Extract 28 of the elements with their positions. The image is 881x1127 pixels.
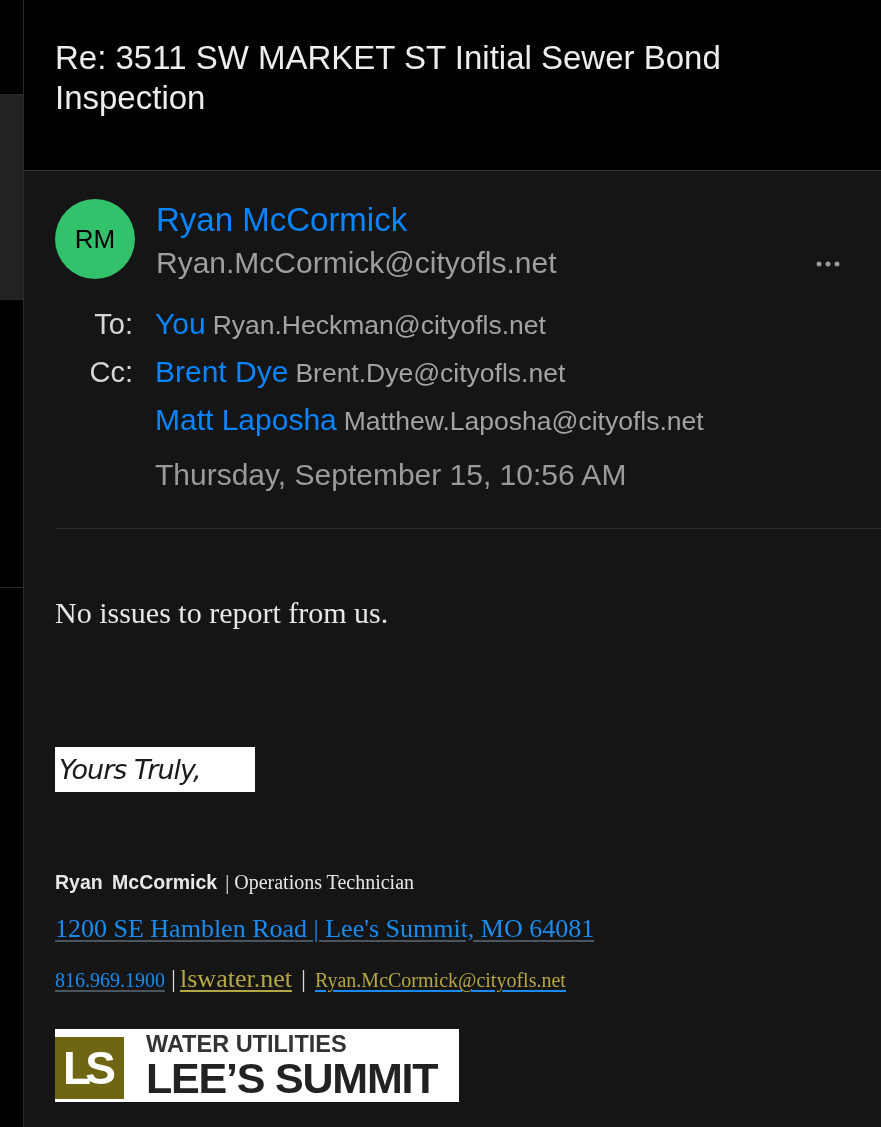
message-text: No issues to report from us. — [55, 598, 389, 628]
separator: | — [300, 964, 306, 994]
sent-date: Thursday, September 15, 10:56 AM — [155, 458, 627, 492]
recipient-name[interactable]: Brent Dye — [155, 354, 289, 390]
recipient-name[interactable]: Matt Laposha — [155, 402, 337, 438]
message-row[interactable] — [0, 95, 23, 300]
recipient-email: Ryan.Heckman@cityofls.net — [212, 309, 546, 341]
field-label: Cc: — [89, 355, 133, 389]
field-label: To: — [94, 307, 133, 341]
logo-text: WATER UTILITIES — [146, 1031, 348, 1057]
website-link[interactable]: lswater.net — [180, 964, 292, 994]
email-link[interactable]: Ryan.McCormick@cityofls.net — [314, 965, 566, 995]
recipient-email: Matthew.Laposha@cityofls.net — [343, 405, 704, 437]
handwritten-closing: Yours Truly, — [55, 747, 255, 792]
separator: | — [171, 964, 176, 994]
avatar: RM — [55, 199, 135, 279]
recipient-email: Brent.Dye@cityofls.net — [295, 357, 566, 389]
phone-link[interactable]: 816.969.1900 — [55, 965, 165, 995]
more-icon[interactable] — [816, 261, 840, 267]
logo-mark: LS — [55, 1037, 124, 1099]
signature-name: Ryan McCormick — [55, 871, 218, 893]
logo-text: LEE’S SUMMIT — [146, 1057, 438, 1099]
signature-job-title: | Operations Technician — [225, 871, 415, 893]
sender-email: Ryan.McCormick@cityofls.net — [156, 245, 557, 281]
recipient-name[interactable]: You — [155, 306, 206, 342]
sender-name[interactable]: Ryan McCormick — [156, 201, 408, 239]
email-subject: Re: 3511 SW MARKET ST Initial Sewer Bond Inspection — [55, 38, 722, 118]
address-link[interactable]: 1200 SE Hamblen Road | Lee's Summit, MO 64081 — [55, 914, 595, 944]
